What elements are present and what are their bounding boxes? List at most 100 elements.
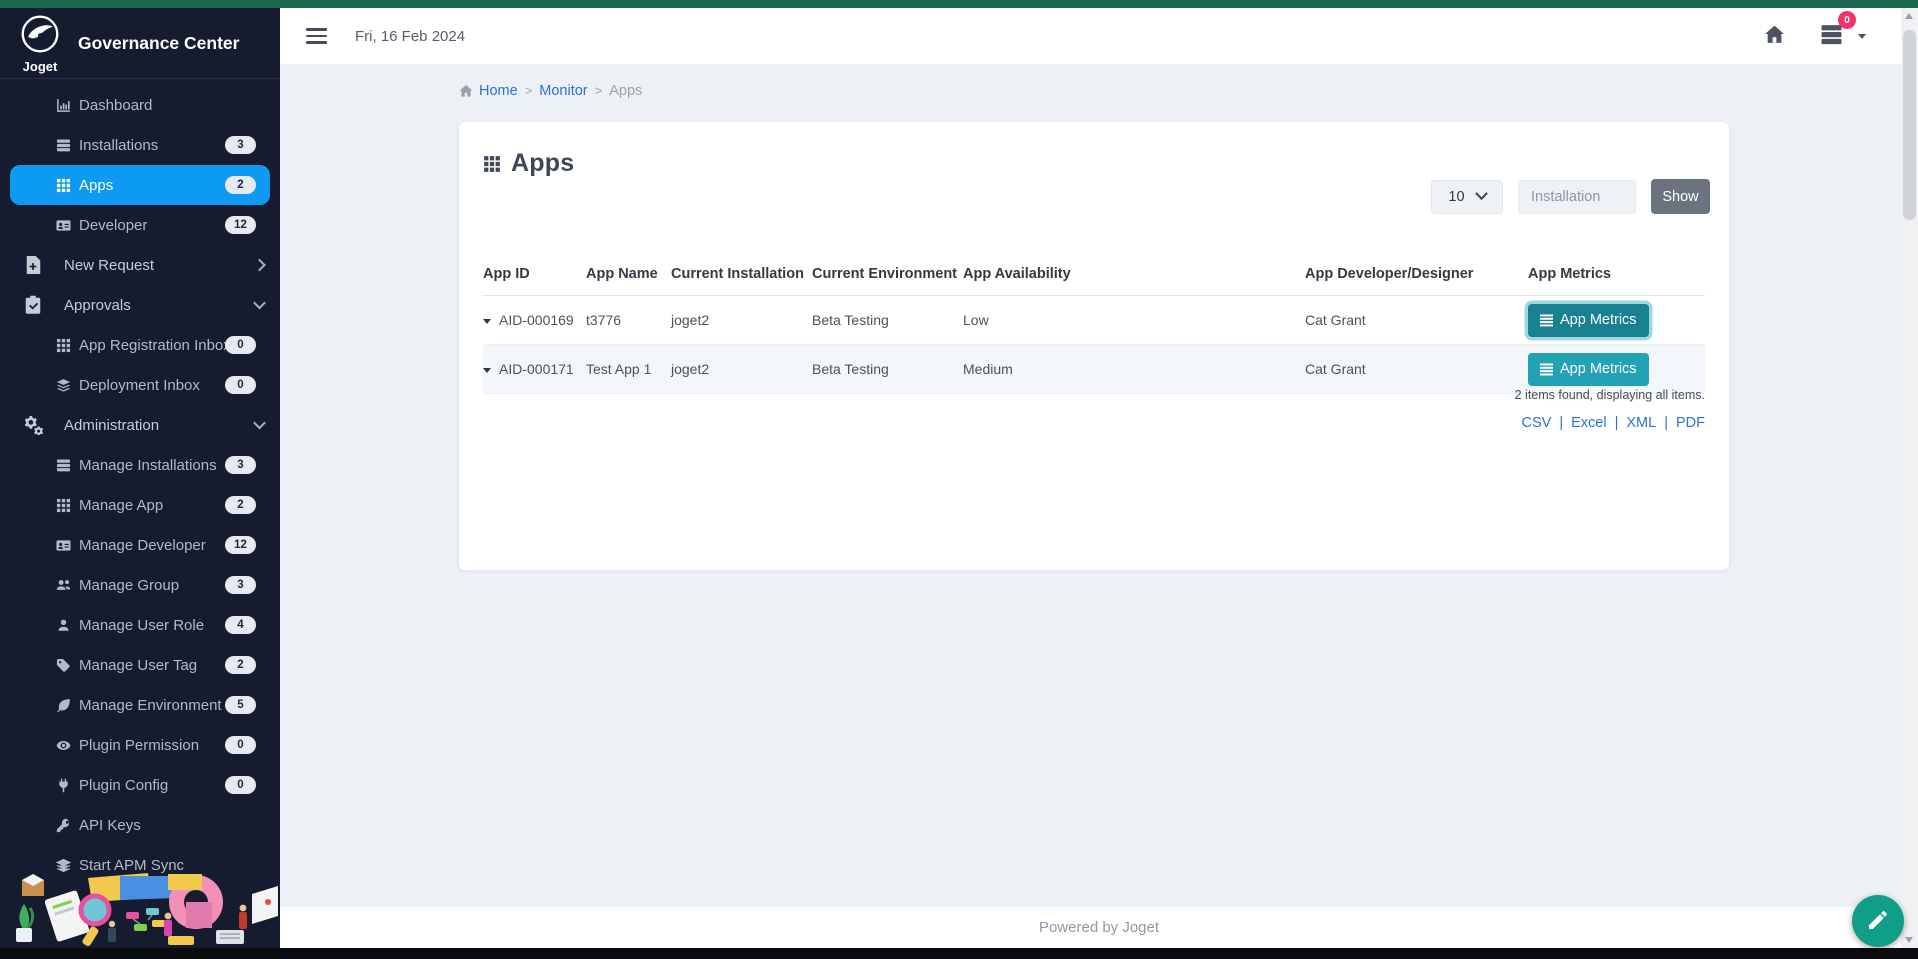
tag-icon (56, 658, 71, 673)
export-link-xml[interactable]: XML (1626, 415, 1656, 431)
hamburger-menu-button[interactable] (302, 24, 331, 48)
count-badge: 2 (225, 656, 256, 674)
cell-app-developer: Cat Grant (1305, 296, 1528, 345)
file-plus-icon (23, 255, 43, 275)
inbox-button[interactable]: 0 (1817, 20, 1846, 52)
breadcrumb-separator: > (525, 83, 533, 98)
home-icon (1764, 24, 1785, 48)
sidebar-item-label: Apps (79, 177, 113, 194)
sidebar-menu: DashboardInstallations3 Apps 2 Developer12 N… (0, 79, 280, 885)
brand[interactable]: Joget Governance Center (0, 8, 280, 79)
row-expand-caret-icon[interactable] (483, 319, 491, 324)
show-button[interactable]: Show (1651, 179, 1710, 214)
top-accent-strip (0, 0, 1918, 8)
count-badge: 0 (225, 336, 256, 354)
list-icon (1540, 363, 1553, 376)
scrollbar-thumb[interactable] (1903, 30, 1916, 220)
chart-bar-icon (56, 98, 71, 113)
row-expand-caret-icon[interactable] (483, 368, 491, 373)
table-row: AID-000169t3776joget2Beta TestingLowCat … (483, 296, 1705, 345)
sidebar-item-manage-developer[interactable]: Manage Developer12 (0, 525, 280, 565)
export-separator: | (1559, 415, 1563, 431)
sidebar-item-manage-installations[interactable]: Manage Installations3 (0, 445, 280, 485)
home-button[interactable] (1762, 22, 1787, 50)
export-link-pdf[interactable]: PDF (1676, 415, 1705, 431)
sidebar-item-manage-environment[interactable]: Manage Environment5 (0, 685, 280, 725)
export-link-excel[interactable]: Excel (1571, 415, 1606, 431)
vertical-scrollbar[interactable] (1901, 8, 1918, 948)
sidebar-item-label: Approvals (64, 297, 131, 314)
chevron-right-icon (253, 259, 266, 272)
user-icon (56, 618, 71, 633)
export-link-csv[interactable]: CSV (1522, 415, 1552, 431)
sidebar-item-label: New Request (64, 257, 154, 274)
count-badge: 0 (225, 376, 256, 394)
breadcrumb: Home>Monitor>Apps (459, 83, 642, 99)
edit-fab[interactable] (1852, 895, 1904, 947)
sidebar-item-manage-app[interactable]: Manage App2 (0, 485, 280, 525)
sidebar-item-plugin-permission[interactable]: Plugin Permission0 (0, 725, 280, 765)
count-badge: 2 (225, 496, 256, 514)
scroll-down-icon[interactable] (1905, 937, 1913, 943)
bottom-strip (0, 948, 1918, 959)
gears-icon (23, 415, 43, 435)
cell-app-availability: Medium (963, 345, 1305, 394)
sidebar-item-developer[interactable]: Developer12 (0, 205, 280, 245)
sidebar-item-label: Deployment Inbox (79, 377, 200, 394)
sidebar-item-manage-user-role[interactable]: Manage User Role4 (0, 605, 280, 645)
chevron-down-icon (253, 417, 266, 430)
sidebar-item-dashboard[interactable]: Dashboard (0, 85, 280, 125)
sidebar-item-label: App Registration Inbox (79, 337, 231, 354)
table-row: AID-000171Test App 1joget2Beta TestingMe… (483, 345, 1705, 394)
column-header-current-environment: Current Environment (812, 260, 963, 296)
sidebar-item-approvals[interactable]: Approvals (0, 285, 280, 325)
sidebar-item-label: API Keys (79, 817, 141, 834)
sidebar-item-manage-group[interactable]: Manage Group3 (0, 565, 280, 605)
app-metrics-button[interactable]: App Metrics (1528, 304, 1649, 337)
grid-icon (56, 338, 71, 353)
chevron-down-icon (253, 297, 266, 310)
sidebar-item-new-request[interactable]: New Request (0, 245, 280, 285)
page-size-select[interactable]: 10 (1431, 180, 1503, 214)
count-badge: 3 (225, 576, 256, 594)
main-content: Home>Monitor>Apps Apps 10 Show App IDApp… (280, 64, 1918, 907)
table-controls: 10 Show (1431, 179, 1710, 214)
sidebar-item-manage-user-tag[interactable]: Manage User Tag2 (0, 645, 280, 685)
sidebar-item-apps[interactable]: Apps 2 (10, 165, 270, 205)
installation-filter-input[interactable] (1518, 180, 1636, 214)
sidebar-item-api-keys[interactable]: API Keys (0, 805, 280, 845)
sidebar-item-deployment-inbox[interactable]: Deployment Inbox 0 (0, 365, 280, 405)
sidebar-item-label: Manage Environment (79, 697, 222, 714)
app-metrics-button[interactable]: App Metrics (1528, 353, 1649, 386)
grid-icon (56, 498, 71, 513)
sidebar-item-installations[interactable]: Installations3 (0, 125, 280, 165)
page-title: Apps (511, 149, 574, 178)
column-header-app-availability: App Availability (963, 260, 1305, 296)
count-badge: 3 (225, 136, 256, 154)
column-header-app-id: App ID (483, 260, 586, 296)
grid-icon (56, 178, 71, 193)
sidebar-item-label: Start APM Sync (79, 857, 184, 874)
sidebar-item-start-apm-sync[interactable]: Start APM Sync (0, 845, 280, 885)
cell-app-developer: Cat Grant (1305, 345, 1528, 394)
sidebar-item-label: Manage Installations (79, 457, 217, 474)
sidebar-item-plugin-config[interactable]: Plugin Config0 (0, 765, 280, 805)
sidebar-item-app-registration-inbox[interactable]: App Registration Inbox0 (0, 325, 280, 365)
select-caret-icon (1475, 187, 1488, 200)
breadcrumb-home[interactable]: Home (479, 83, 518, 99)
breadcrumb-home-icon (459, 84, 473, 98)
caret-down-icon[interactable] (1858, 34, 1866, 39)
breadcrumb-apps: Apps (609, 83, 642, 99)
count-badge: 0 (225, 776, 256, 794)
clipboard-check-icon (23, 295, 43, 315)
cell-current-environment: Beta Testing (812, 296, 963, 345)
count-badge: 4 (225, 616, 256, 634)
count-badge: 2 (225, 176, 256, 194)
sidebar-item-administration[interactable]: Administration (0, 405, 280, 445)
cell-app-metrics: App Metrics (1528, 345, 1705, 394)
scroll-up-icon[interactable] (1905, 13, 1913, 19)
results-summary: 2 items found, displaying all items. (1515, 388, 1705, 402)
server-icon (56, 458, 71, 473)
page-footer: Powered by Joget (280, 907, 1918, 948)
breadcrumb-monitor[interactable]: Monitor (539, 83, 587, 99)
